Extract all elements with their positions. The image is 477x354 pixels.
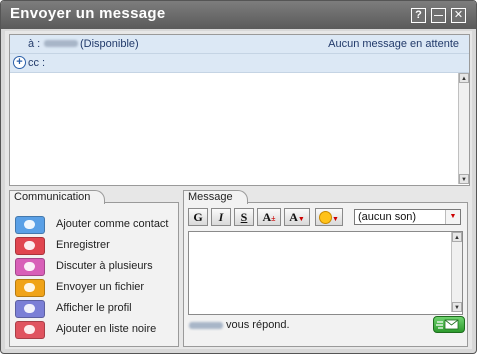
action-blacklist[interactable]: Ajouter en liste noire [15,321,175,339]
close-button[interactable]: ✕ [451,8,466,23]
sound-select-value: (aucun son) [358,211,417,223]
cc-label: cc : [28,57,46,69]
blacklist-icon[interactable] [15,321,45,339]
message-window: Envoyer un message ? — ✕ à : (Disponible… [0,0,477,354]
contact-name-blurred [44,40,78,47]
action-label: Envoyer un fichier [56,281,145,293]
action-save[interactable]: Enregistrer [15,237,175,255]
dropdown-arrow-icon: ▼ [297,215,305,223]
message-panel: Message G I S A± A▼ ▼ (aucun son) ▼ ▲ ▼ [183,190,468,347]
send-file-icon[interactable] [15,279,45,297]
recipient-row: à : (Disponible) Aucun message en attent… [10,35,469,54]
cc-row: + cc : [10,54,469,73]
emoticon-button[interactable]: ▼ [315,208,343,226]
conversation-area: à : (Disponible) Aucun message en attent… [9,34,470,186]
no-message-text: Aucun message en attente [328,38,459,50]
message-title: Message [183,190,248,204]
action-label: Ajouter en liste noire [56,323,157,335]
send-button[interactable] [433,316,465,333]
action-send-file[interactable]: Envoyer un fichier [15,279,175,297]
sound-dropdown-icon[interactable]: ▼ [445,210,460,224]
help-button[interactable]: ? [411,8,426,23]
font-size-icon: ± [271,214,276,223]
sound-select[interactable]: (aucun son) ▼ [354,209,461,225]
communication-panel: Communication Ajouter comme contact Enreg… [9,190,179,347]
font-size-button[interactable]: A± [257,208,281,226]
message-scroll-up-icon[interactable]: ▲ [452,232,462,242]
window-content: à : (Disponible) Aucun message en attent… [5,31,472,349]
action-profile[interactable]: Afficher le profil [15,300,175,318]
send-envelope-icon [436,319,459,330]
emoticon-dropdown-icon: ▼ [332,215,339,223]
italic-button[interactable]: I [211,208,231,226]
action-label: Discuter à plusieurs [56,260,153,272]
save-icon[interactable] [15,237,45,255]
title-bar[interactable]: Envoyer un message ? — ✕ [1,1,476,29]
font-size-label: A [262,210,272,224]
add-cc-icon[interactable]: + [13,56,26,69]
scroll-up-arrow-icon[interactable]: ▲ [459,73,469,83]
conversation-scrollbar[interactable]: ▲ ▼ [458,73,469,184]
scroll-down-arrow-icon[interactable]: ▼ [459,174,469,184]
contact-status: (Disponible) [80,38,139,50]
window-title: Envoyer un message [10,5,166,22]
add-contact-icon[interactable] [15,216,45,234]
action-group-chat[interactable]: Discuter à plusieurs [15,258,175,276]
message-scrollbar[interactable]: ▲ ▼ [451,232,462,312]
underline-button[interactable]: S [234,208,254,226]
profile-icon[interactable] [15,300,45,318]
message-scroll-down-icon[interactable]: ▼ [452,302,462,312]
communication-title: Communication [9,190,106,204]
action-label: Ajouter comme contact [56,218,169,230]
action-label: Afficher le profil [56,302,132,314]
font-color-label: A [289,210,298,224]
font-color-button[interactable]: A▼ [284,208,310,226]
action-add-contact[interactable]: Ajouter comme contact [15,216,175,234]
message-input[interactable]: ▲ ▼ [188,231,463,315]
to-label: à : [28,38,41,50]
minimize-button[interactable]: — [431,8,446,23]
action-label: Enregistrer [56,239,110,251]
reply-status-text: vous répond. [226,319,290,331]
bold-button[interactable]: G [188,208,208,226]
group-chat-icon[interactable] [15,258,45,276]
smiley-icon [319,211,333,224]
contact-name-blurred-reply [189,322,223,329]
